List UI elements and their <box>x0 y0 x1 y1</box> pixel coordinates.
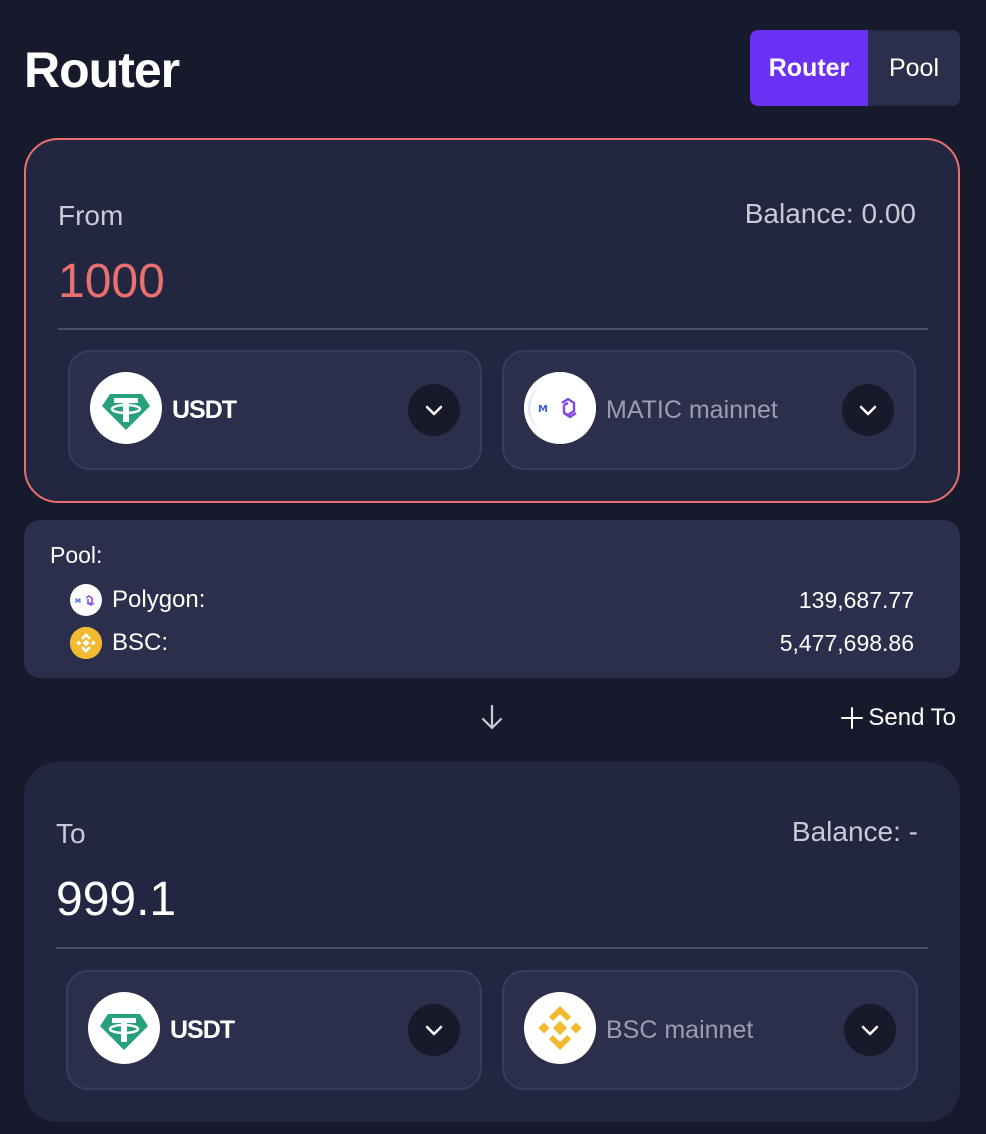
pool-name: BSC: <box>112 629 169 656</box>
svg-text:M: M <box>75 598 81 605</box>
mode-switch: Router Pool <box>750 30 960 106</box>
pool-row-bsc: BSC: 5,477,698.86 <box>70 625 914 661</box>
pool-name: Polygon: <box>112 586 206 613</box>
from-amount-input[interactable]: 1000 <box>58 254 165 309</box>
from-chain-name: MATIC mainnet <box>606 395 778 424</box>
svg-text:M: M <box>538 404 548 415</box>
arrow-down-icon[interactable] <box>478 702 506 732</box>
from-token-symbol: USDT <box>172 395 237 424</box>
to-card: To Balance: - 999.1 USDT BSC mainnet <box>24 762 960 1122</box>
chevron-down-icon[interactable] <box>844 1004 896 1056</box>
pool-value: 139,687.77 <box>798 586 914 613</box>
to-chain-selector[interactable]: BSC mainnet <box>502 970 918 1090</box>
send-to-button[interactable]: Send To <box>840 704 956 732</box>
from-divider <box>58 328 928 330</box>
polygon-icon: M <box>524 372 596 444</box>
to-label: To <box>56 818 86 849</box>
pool-title: Pool: <box>50 542 103 568</box>
pool-info-card: Pool: M Polygon: 139,687.77 BSC: 5,477,6… <box>24 520 960 678</box>
to-amount-input[interactable]: 999.1 <box>56 872 176 927</box>
from-label: From <box>58 200 124 231</box>
to-balance: Balance: - <box>791 816 918 847</box>
to-token-symbol: USDT <box>170 1015 235 1044</box>
send-to-label: Send To <box>868 704 956 731</box>
usdt-icon <box>90 372 162 444</box>
chevron-down-icon[interactable] <box>408 384 460 436</box>
to-chain-name: BSC mainnet <box>606 1015 754 1044</box>
chevron-down-icon[interactable] <box>408 1004 460 1056</box>
tab-pool[interactable]: Pool <box>868 30 960 106</box>
bnb-icon <box>524 992 596 1064</box>
usdt-icon <box>88 992 160 1064</box>
pool-row-polygon: M Polygon: 139,687.77 <box>70 582 914 618</box>
to-divider <box>56 947 928 949</box>
page-title: Router <box>24 42 180 98</box>
chevron-down-icon[interactable] <box>842 384 894 436</box>
bnb-icon <box>70 627 102 659</box>
tab-router[interactable]: Router <box>750 30 868 106</box>
polygon-icon: M <box>70 584 102 616</box>
from-token-selector[interactable]: USDT <box>68 350 482 470</box>
from-chain-selector[interactable]: M MATIC mainnet <box>502 350 916 470</box>
plus-icon <box>840 706 864 730</box>
from-card: From Balance: 0.00 1000 USDT M MATIC mai… <box>24 138 960 503</box>
pool-value: 5,477,698.86 <box>779 629 914 656</box>
to-token-selector[interactable]: USDT <box>66 970 482 1090</box>
from-balance: Balance: 0.00 <box>744 198 916 229</box>
